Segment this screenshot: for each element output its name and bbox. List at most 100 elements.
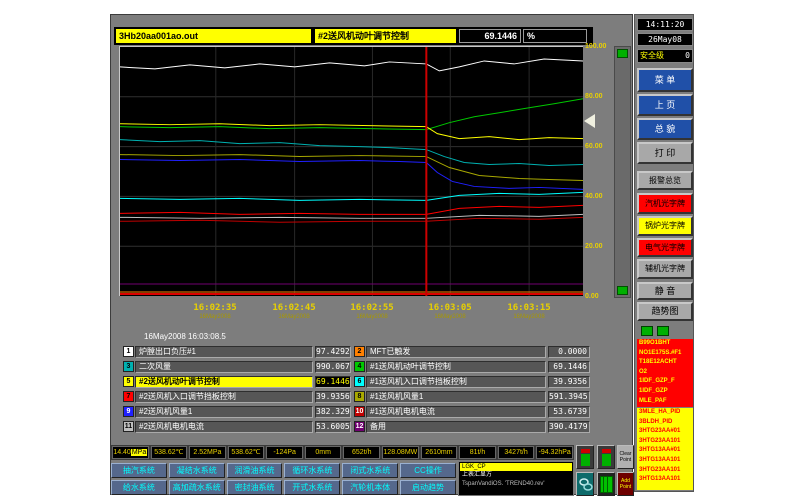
- boiler-lamp-button[interactable]: 锅炉光字牌: [637, 216, 693, 236]
- x-tick-time-4: 16:03:05: [415, 303, 485, 313]
- pen-line-1: [120, 59, 583, 71]
- pen-chip-6[interactable]: 6: [354, 376, 365, 387]
- y-tick-0: 0.00: [585, 293, 615, 301]
- alarm-tag[interactable]: 3BLDH_PID: [639, 418, 693, 428]
- add-point-button[interactable]: Add Point: [617, 472, 634, 496]
- nav-button-seal-oil[interactable]: 密封油系统: [227, 480, 283, 495]
- value-marker-triangle[interactable]: [584, 114, 595, 128]
- pen-chip-10[interactable]: 10: [354, 406, 365, 417]
- trend-chart[interactable]: [119, 46, 583, 296]
- overview-button[interactable]: 总 貌: [637, 118, 693, 140]
- tool-icon-panel: Clear Point Add Point: [576, 445, 634, 496]
- pen-chip-7[interactable]: 7: [123, 391, 134, 402]
- nav-button-extraction-steam[interactable]: 抽汽系统: [111, 463, 167, 478]
- pen-value-11: 53.6005: [315, 421, 351, 433]
- alarm-tag[interactable]: T18E12ACHT: [639, 358, 693, 368]
- trend-plot: [120, 47, 583, 296]
- pen-label-2[interactable]: MFT已触发: [366, 346, 546, 358]
- alarm-summary-button[interactable]: 报警总览: [637, 171, 693, 190]
- alarm-tag[interactable]: NO1E175S.#F1: [639, 349, 693, 359]
- nav-button-circulating-water[interactable]: 循环水系统: [284, 463, 340, 478]
- pen-label-1[interactable]: 炉膛出口负压#1: [135, 346, 313, 358]
- alarm-tag[interactable]: O2: [639, 368, 693, 378]
- scroll-down-button[interactable]: [617, 286, 628, 295]
- scroll-up-button[interactable]: [617, 49, 628, 58]
- pen-label-12[interactable]: 备用: [366, 421, 546, 433]
- auxiliary-lamp-button[interactable]: 辅机光字牌: [637, 259, 693, 279]
- nav-button-condensate[interactable]: 凝结水系统: [169, 463, 225, 478]
- selected-tag-unit: %: [523, 29, 587, 43]
- alarm-tag[interactable]: MLE_PAF: [639, 397, 693, 407]
- x-tick-date-1: 16May2008: [180, 314, 250, 320]
- turbine-lamp-button[interactable]: 汽机光字牌: [637, 193, 693, 214]
- status-value: 81t/h: [459, 446, 496, 459]
- pen-chip-1[interactable]: 1: [123, 346, 134, 357]
- pen-chip-11[interactable]: 11: [123, 421, 134, 432]
- alarm-tag[interactable]: B99O1BHT: [639, 339, 693, 349]
- pen-label-3[interactable]: 二次风量: [135, 361, 313, 373]
- alarm-tag[interactable]: 3HTG13AA101: [639, 475, 693, 485]
- nav-button-cc-operation[interactable]: CC操作: [400, 463, 456, 478]
- status-value: 2.52MPa: [189, 446, 226, 459]
- chart-scrollbar[interactable]: [614, 46, 631, 298]
- blink-indicator-icon[interactable]: [641, 326, 653, 336]
- damper-indicator-icon[interactable]: [597, 445, 615, 469]
- pen-chip-3[interactable]: 3: [123, 361, 134, 372]
- link-chain-icon[interactable]: [576, 472, 594, 496]
- pen-label-6[interactable]: #1送风机入口调节挡板控制: [366, 376, 546, 388]
- nav-button-hp-heater-drain[interactable]: 高加疏水系统: [169, 480, 225, 495]
- pen-chip-5[interactable]: 5: [123, 376, 134, 387]
- pen-label-11[interactable]: #2送风机电机电流: [135, 421, 313, 433]
- menu-button[interactable]: 菜 单: [637, 68, 693, 92]
- nav-button-closed-water[interactable]: 闭式水系统: [342, 463, 398, 478]
- pen-label-10[interactable]: #1送风机电机电流: [366, 406, 546, 418]
- x-tick-date-5: 16May2008: [494, 314, 564, 320]
- alarm-tag-list-yellow[interactable]: 3MLE_HA_PID 3BLDH_PID 3HTG23AA#01 3HTG23…: [637, 408, 693, 490]
- alarm-tag[interactable]: 1IDF_GZP: [639, 387, 693, 397]
- alarm-tag[interactable]: 3HTG23AA101: [639, 437, 693, 447]
- nav-button-feedwater[interactable]: 给水系统: [111, 480, 167, 495]
- pen-chip-9[interactable]: 9: [123, 406, 134, 417]
- trend-page-button[interactable]: 趋势图: [637, 302, 693, 321]
- alarm-tag[interactable]: 3MLE_HA_PID: [639, 408, 693, 418]
- pen-label-7[interactable]: #2送风机入口调节挡板控制: [135, 391, 313, 403]
- pen-line-3: [120, 140, 583, 166]
- selected-tag-field[interactable]: #2送风机动叶调节控制: [315, 29, 456, 43]
- pen-chip-4[interactable]: 4: [354, 361, 365, 372]
- pen-label-8[interactable]: #1送风机风量1: [366, 391, 546, 403]
- alarm-tag[interactable]: 3HTG23AA#01: [639, 427, 693, 437]
- pen-value-2: 0.0000: [548, 346, 590, 358]
- pen-label-4[interactable]: #1送风机动叶调节控制: [366, 361, 546, 373]
- print-button[interactable]: 打 印: [637, 142, 693, 164]
- alarm-count: 0: [685, 50, 690, 62]
- damper-indicator-icon[interactable]: [576, 445, 594, 469]
- pen-chip-8[interactable]: 8: [354, 391, 365, 402]
- electrical-lamp-button[interactable]: 电气光字牌: [637, 238, 693, 257]
- status-value: -124Pa: [266, 446, 303, 459]
- pen-label-5-selected[interactable]: #2送风机动叶调节控制: [135, 376, 313, 388]
- alarm-tag-list-red[interactable]: B99O1BHT NO1E175S.#F1 T18E12ACHT O2 1IDF…: [637, 339, 693, 407]
- status-value: -94.32hPa: [536, 446, 573, 459]
- alarm-tag[interactable]: 3HTG23AA101: [639, 466, 693, 476]
- pen-chip-2[interactable]: 2: [354, 346, 365, 357]
- pen-chip-12[interactable]: 12: [354, 421, 365, 432]
- grid-display-icon[interactable]: [597, 472, 615, 496]
- nav-button-turbine-body[interactable]: 汽轮机本体: [342, 480, 398, 495]
- prev-page-button[interactable]: 上 页: [637, 94, 693, 116]
- nav-button-startup-trend[interactable]: 启动趋势: [400, 480, 456, 495]
- status-unit-highlight: MPa: [131, 449, 147, 456]
- system-message-box: LGK_CP 上表汇显方 TspanVandiOS. 'TREND40.rev': [458, 461, 574, 496]
- mute-button[interactable]: 静 音: [637, 282, 693, 300]
- alarm-tag[interactable]: 1IDF_GZP_F: [639, 377, 693, 387]
- blink-indicator-icon[interactable]: [657, 326, 669, 336]
- alarm-level-box: 安全级 0: [637, 49, 693, 63]
- trend-file-field[interactable]: 3Hb20aa001ao.out: [116, 29, 311, 43]
- pen-label-9[interactable]: #2送风机风量1: [135, 406, 313, 418]
- nav-button-open-water[interactable]: 开式水系统: [284, 480, 340, 495]
- pen-value-3: 990.0674: [315, 361, 351, 373]
- alarm-tag[interactable]: 3HTG13AA#01: [639, 446, 693, 456]
- pen-line-5: [120, 124, 583, 140]
- clear-point-button[interactable]: Clear Point: [617, 445, 634, 469]
- alarm-tag[interactable]: 3HTG13AA101: [639, 456, 693, 466]
- nav-button-lube-oil[interactable]: 润滑油系统: [227, 463, 283, 478]
